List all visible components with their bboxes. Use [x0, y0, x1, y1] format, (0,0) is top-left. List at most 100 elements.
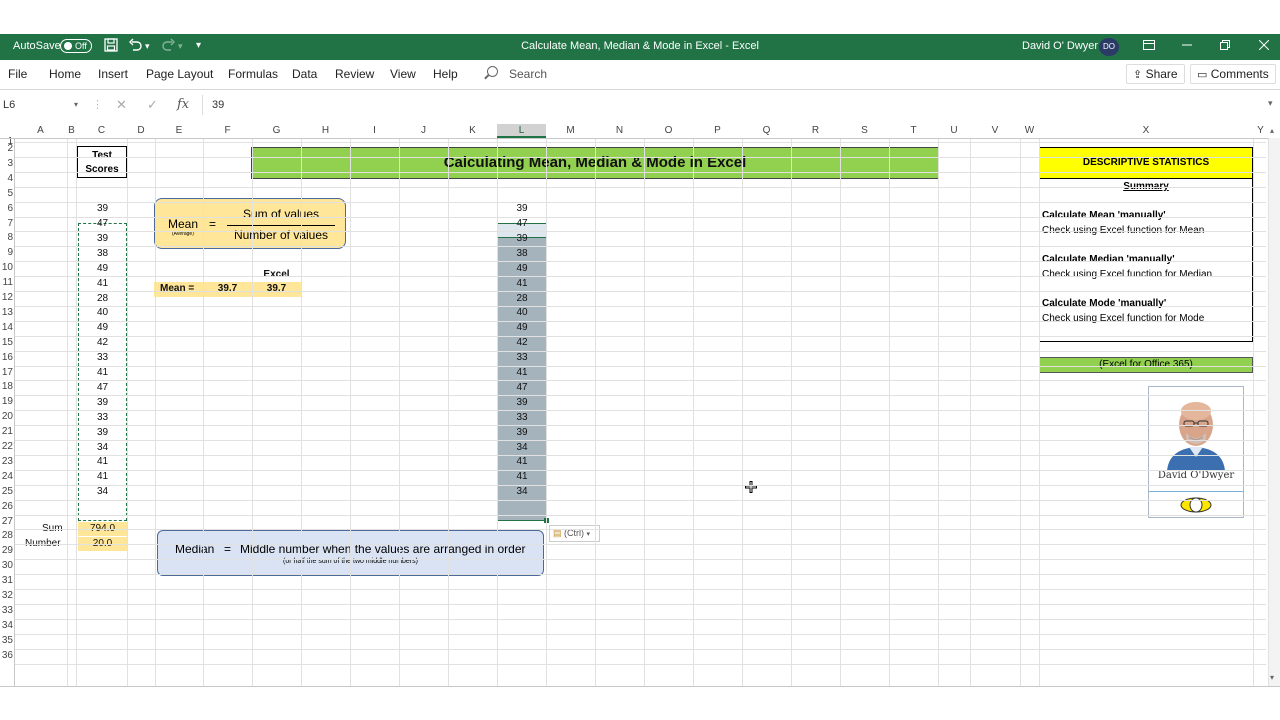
row-header-25[interactable]: 25 — [0, 485, 13, 499]
test-score-cell[interactable]: 28 — [78, 292, 127, 306]
column-header-y[interactable]: Y — [1253, 124, 1268, 138]
column-header-t[interactable]: T — [889, 124, 938, 138]
column-header-q[interactable]: Q — [742, 124, 791, 138]
paste-options-button[interactable]: ▤ (Ctrl) ▾ — [549, 525, 600, 542]
mean-formula-box[interactable]: Mean (Average) = Sum of values Number of… — [154, 198, 346, 249]
minimize-icon[interactable] — [1177, 37, 1197, 55]
row-header-21[interactable]: 21 — [0, 425, 13, 439]
test-score-cell[interactable]: 39 — [78, 202, 127, 216]
tab-file[interactable]: File — [8, 67, 27, 81]
tab-view[interactable]: View — [390, 67, 416, 81]
row-header-3[interactable]: 3 — [0, 157, 13, 171]
test-score-cell[interactable]: 41 — [78, 366, 127, 380]
copied-value-cell[interactable]: 34 — [497, 485, 547, 499]
column-header-w[interactable]: W — [1020, 124, 1039, 138]
test-score-cell[interactable]: 38 — [78, 247, 127, 261]
row-header-8[interactable]: 8 — [0, 231, 13, 245]
column-header-c[interactable]: C — [76, 124, 127, 138]
more-options-icon[interactable]: ⋮ — [92, 98, 103, 111]
author-card[interactable]: David O'Dwyer — [1148, 386, 1244, 518]
mean-excel-value[interactable]: 39.7 — [252, 282, 301, 296]
copied-value-cell[interactable]: 41 — [497, 366, 547, 380]
restore-icon[interactable] — [1215, 37, 1235, 55]
name-box-dropdown-icon[interactable]: ▾ — [74, 95, 78, 115]
column-header-i[interactable]: I — [350, 124, 399, 138]
copied-value-cell[interactable]: 39 — [497, 232, 547, 246]
column-header-x[interactable]: X — [1039, 124, 1253, 138]
row-header-34[interactable]: 34 — [0, 619, 13, 633]
copied-value-cell[interactable]: 39 — [497, 396, 547, 410]
test-score-cell[interactable]: 34 — [78, 485, 127, 499]
close-icon[interactable] — [1254, 37, 1274, 55]
row-header-16[interactable]: 16 — [0, 351, 13, 365]
row-header-4[interactable]: 4 — [0, 172, 13, 186]
tab-help[interactable]: Help — [433, 67, 458, 81]
share-button[interactable]: ⇪ Share — [1126, 64, 1185, 84]
column-header-k[interactable]: K — [448, 124, 497, 138]
column-header-d[interactable]: D — [127, 124, 155, 138]
column-header-n[interactable]: N — [595, 124, 644, 138]
comments-button[interactable]: ▭ Comments — [1190, 64, 1276, 84]
copied-value-cell[interactable]: 41 — [497, 470, 547, 484]
row-header-24[interactable]: 24 — [0, 470, 13, 484]
user-name[interactable]: David O' Dwyer — [1022, 40, 1098, 52]
test-score-cell[interactable]: 40 — [78, 306, 127, 320]
copied-value-cell[interactable]: 42 — [497, 336, 547, 350]
row-header-30[interactable]: 30 — [0, 559, 13, 573]
cancel-icon[interactable]: ✕ — [116, 97, 127, 113]
scroll-down-icon[interactable]: ▾ — [1270, 673, 1274, 682]
row-header-31[interactable]: 31 — [0, 574, 13, 588]
row-header-33[interactable]: 33 — [0, 604, 13, 618]
vertical-scrollbar[interactable] — [1268, 138, 1280, 686]
row-header-17[interactable]: 17 — [0, 366, 13, 380]
row-header-9[interactable]: 9 — [0, 246, 13, 260]
expand-formula-bar-icon[interactable]: ▾ — [1268, 98, 1273, 109]
copied-value-cell[interactable]: 47 — [497, 217, 547, 231]
copied-value-cell[interactable]: 33 — [497, 411, 547, 425]
copied-value-cell[interactable]: 38 — [497, 247, 547, 261]
copied-value-cell[interactable]: 28 — [497, 292, 547, 306]
search-box[interactable]: Search — [509, 67, 547, 81]
row-header-10[interactable]: 10 — [0, 261, 13, 275]
column-header-a[interactable]: A — [14, 124, 67, 138]
row-header-32[interactable]: 32 — [0, 589, 13, 603]
copied-value-cell[interactable]: 33 — [497, 351, 547, 365]
row-header-13[interactable]: 13 — [0, 306, 13, 320]
row-header-20[interactable]: 20 — [0, 410, 13, 424]
test-score-cell[interactable]: 47 — [78, 381, 127, 395]
search-icon[interactable] — [487, 66, 498, 77]
column-header-r[interactable]: R — [791, 124, 840, 138]
copied-value-cell[interactable]: 40 — [497, 306, 547, 320]
row-header-12[interactable]: 12 — [0, 291, 13, 305]
row-header-27[interactable]: 27 — [0, 515, 13, 529]
row-header-22[interactable]: 22 — [0, 440, 13, 454]
tab-insert[interactable]: Insert — [98, 67, 128, 81]
column-header-o[interactable]: O — [644, 124, 693, 138]
copied-value-cell[interactable]: 41 — [497, 277, 547, 291]
row-header-18[interactable]: 18 — [0, 380, 13, 394]
copied-value-cell[interactable]: 49 — [497, 321, 547, 335]
row-header-11[interactable]: 11 — [0, 276, 13, 290]
insert-function-icon[interactable]: fx — [177, 97, 189, 112]
column-header-v[interactable]: V — [970, 124, 1020, 138]
row-header-2[interactable]: 2 — [0, 142, 13, 156]
column-header-e[interactable]: E — [155, 124, 203, 138]
copied-value-cell[interactable]: 49 — [497, 262, 547, 276]
test-score-cell[interactable]: 39 — [78, 396, 127, 410]
column-header-u[interactable]: U — [938, 124, 970, 138]
row-header-5[interactable]: 5 — [0, 187, 13, 201]
copied-value-cell[interactable]: 41 — [497, 455, 547, 469]
row-header-29[interactable]: 29 — [0, 544, 13, 558]
tab-home[interactable]: Home — [49, 67, 81, 81]
column-header-p[interactable]: P — [693, 124, 742, 138]
test-score-cell[interactable]: 42 — [78, 336, 127, 350]
name-box[interactable]: L6 ▾ — [2, 95, 80, 115]
column-header-f[interactable]: F — [203, 124, 252, 138]
row-header-6[interactable]: 6 — [0, 202, 13, 216]
office-note[interactable]: (Excel for Office 365) — [1039, 357, 1253, 373]
column-header-l[interactable]: L — [497, 124, 546, 138]
ribbon-display-icon[interactable] — [1139, 37, 1159, 55]
test-score-cell[interactable]: 41 — [78, 470, 127, 484]
test-score-cell[interactable]: 41 — [78, 277, 127, 291]
row-header-14[interactable]: 14 — [0, 321, 13, 335]
